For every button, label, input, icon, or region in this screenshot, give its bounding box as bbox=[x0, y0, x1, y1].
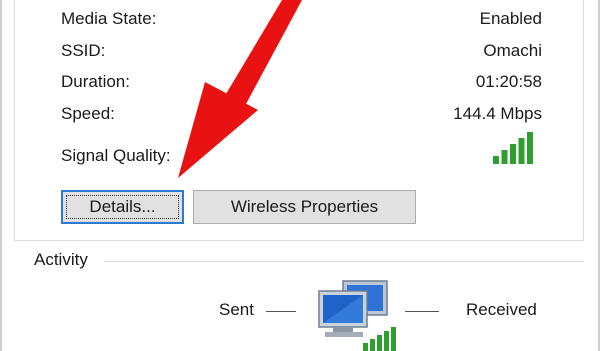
signal-bar-5 bbox=[527, 132, 533, 164]
wireless-properties-button-label: Wireless Properties bbox=[230, 197, 379, 216]
signal-bar-3 bbox=[510, 144, 516, 164]
ssid-value: Omachi bbox=[483, 41, 542, 60]
wireless-properties-button[interactable]: Wireless Properties bbox=[193, 190, 416, 224]
activity-divider bbox=[104, 261, 584, 262]
connection-group-border-bottom bbox=[14, 240, 584, 241]
ssid-label: SSID: bbox=[61, 41, 106, 60]
received-dash bbox=[405, 311, 439, 312]
signal-quality-label: Signal Quality: bbox=[61, 146, 171, 165]
speed-label: Speed: bbox=[61, 104, 115, 123]
signal-bar-2 bbox=[501, 150, 508, 164]
duration-label: Duration: bbox=[61, 72, 130, 91]
connection-group-border-left bbox=[14, 0, 15, 240]
sent-dash bbox=[266, 311, 296, 312]
sent-label: Sent bbox=[219, 300, 254, 319]
details-button[interactable]: Details... bbox=[61, 190, 184, 224]
wifi-status-dialog: Media State: Enabled SSID: Omachi Durati… bbox=[0, 0, 600, 351]
received-label: Received bbox=[466, 300, 537, 319]
media-state-value: Enabled bbox=[479, 9, 542, 28]
duration-value: 01:20:58 bbox=[475, 72, 542, 91]
activity-section-label: Activity bbox=[34, 250, 88, 269]
signal-bar-4 bbox=[518, 138, 525, 164]
focus-rectangle bbox=[66, 195, 179, 219]
signal-bar-1 bbox=[493, 156, 499, 164]
connection-group-border-right bbox=[583, 0, 584, 240]
speed-value: 144.4 Mbps bbox=[453, 104, 542, 123]
window-border-left bbox=[0, 0, 2, 351]
network-computers-icon bbox=[318, 280, 396, 351]
media-state-label: Media State: bbox=[61, 9, 157, 28]
signal-strength-icon bbox=[493, 132, 533, 164]
